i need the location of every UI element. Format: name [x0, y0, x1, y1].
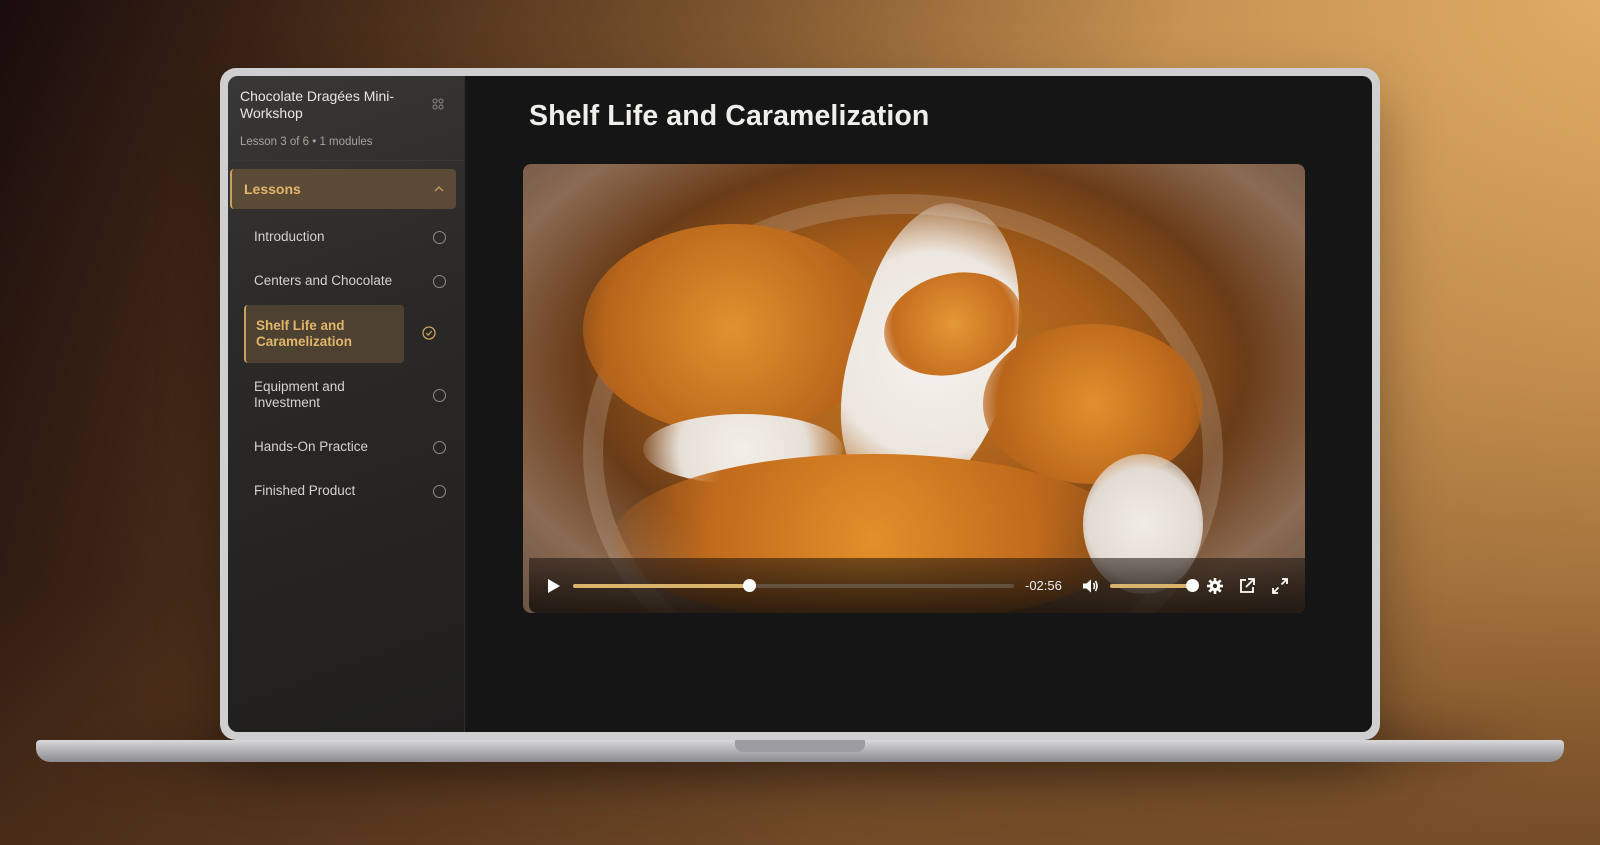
lessons-section-label: Lessons	[244, 181, 301, 197]
volume-fill	[1110, 584, 1192, 588]
laptop-notch	[735, 740, 865, 752]
lesson-item-shelf-life-and-caramelization[interactable]: Shelf Life and Caramelization	[244, 305, 404, 363]
laptop-lid: Chocolate Dragées Mini-Workshop Lesson 3…	[220, 68, 1380, 740]
grid-icon[interactable]	[432, 98, 444, 110]
lesson-label: Hands-On Practice	[254, 439, 369, 454]
lesson-list: Introduction Centers and Chocolate Shelf…	[228, 209, 464, 513]
course-title: Chocolate Dragées Mini-Workshop	[240, 88, 395, 121]
chevron-up-icon	[434, 186, 444, 192]
video-frame	[523, 164, 1305, 613]
page-title: Shelf Life and Caramelization	[529, 100, 930, 132]
course-sidebar: Chocolate Dragées Mini-Workshop Lesson 3…	[228, 76, 465, 732]
lesson-item-centers-and-chocolate[interactable]: Centers and Chocolate	[244, 259, 446, 303]
progress-bar[interactable]	[573, 579, 1014, 592]
course-meta: Lesson 3 of 6 • 1 modules	[240, 136, 373, 148]
progress-knob[interactable]	[743, 579, 757, 592]
lesson-item-finished-product[interactable]: Finished Product	[244, 469, 446, 513]
lesson-label: Introduction	[254, 229, 325, 244]
incomplete-circle-icon	[433, 484, 446, 498]
incomplete-circle-icon	[433, 388, 446, 402]
lessons-section-toggle[interactable]: Lessons	[230, 169, 456, 209]
incomplete-circle-icon	[433, 230, 446, 244]
fullscreen-icon[interactable]	[1271, 577, 1289, 595]
external-link-icon[interactable]	[1238, 577, 1256, 595]
course-header: Chocolate Dragées Mini-Workshop Lesson 3…	[228, 76, 464, 161]
progress-fill	[573, 584, 750, 588]
video-controls: -02:56	[529, 558, 1305, 613]
play-icon[interactable]	[547, 578, 561, 594]
lesson-label: Centers and Chocolate	[254, 273, 393, 288]
lesson-item-introduction[interactable]: Introduction	[244, 215, 446, 259]
volume-knob[interactable]	[1186, 579, 1199, 592]
gear-icon[interactable]	[1206, 577, 1224, 595]
app-screen: Chocolate Dragées Mini-Workshop Lesson 3…	[228, 76, 1372, 732]
volume-icon[interactable]	[1081, 577, 1099, 595]
lesson-item-equipment-and-investment[interactable]: Equipment and Investment	[244, 365, 446, 425]
lesson-item-hands-on-practice[interactable]: Hands-On Practice	[244, 425, 446, 469]
lesson-label: Finished Product	[254, 483, 356, 498]
time-remaining: -02:56	[1025, 578, 1062, 593]
check-circle-icon	[422, 326, 436, 340]
incomplete-circle-icon	[433, 440, 446, 454]
lesson-label: Shelf Life and Caramelization	[256, 318, 353, 349]
lesson-label: Equipment and Investment	[254, 379, 345, 410]
lesson-content: Shelf Life and Caramelization -02:56	[465, 76, 1372, 732]
video-player[interactable]: -02:56	[523, 164, 1305, 613]
volume-slider[interactable]	[1110, 579, 1199, 592]
incomplete-circle-icon	[433, 274, 446, 288]
